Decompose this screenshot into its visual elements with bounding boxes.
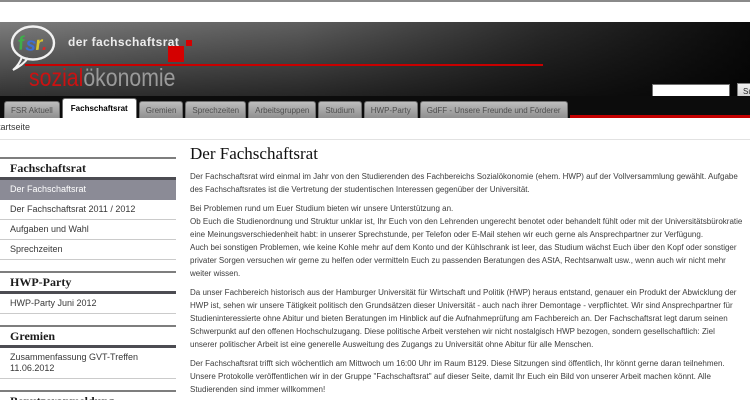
sidebar-item-aufgaben-und-wahl[interactable]: Aufgaben und Wahl	[0, 220, 176, 240]
sidebar-section-gremien: Gremien Zusammenfassung GVT-Treffen 11.06…	[0, 325, 176, 379]
sidebar-item-sprechzeiten[interactable]: Sprechzeiten	[0, 240, 176, 260]
sidebar-section-title: HWP-Party	[0, 273, 176, 294]
page-title: Der Fachschaftsrat	[190, 144, 318, 163]
main-navigation: FSR Aktuell Fachschaftsrat Gremien Sprechze…	[0, 96, 750, 118]
sidebar-item-hwp-party-juni-2012[interactable]: HWP-Party Juni 2012	[0, 294, 176, 314]
tab-fsr-aktuell[interactable]: FSR Aktuell	[4, 101, 60, 118]
site-tagline: der fachschaftsrat	[68, 35, 180, 49]
sidebar-section-title: Fachschaftsrat	[0, 159, 176, 180]
tab-studium[interactable]: Studium	[318, 101, 362, 118]
sidebar-section-fachschaftsrat: Fachschaftsrat Der Fachschaftsrat Der Fach…	[0, 157, 176, 260]
breadcrumb[interactable]: Startseite	[0, 122, 30, 132]
site-header: fsr. der fachschaftsrat sozialökonomie S…	[0, 22, 750, 99]
article-body: Der Fachschaftsrat wird einmal im Jahr v…	[190, 170, 750, 396]
brand-wordmark: sozialökonomie	[29, 64, 175, 93]
brand-sozial: sozial	[29, 64, 84, 92]
red-square-small-icon	[186, 40, 192, 46]
paragraph: Der Fachschaftsrat trifft sich wöchentli…	[190, 359, 725, 394]
tab-fachschaftsrat[interactable]: Fachschaftsrat	[61, 98, 137, 118]
sidebar-section-title: Benutzeranmeldung	[0, 392, 176, 400]
sidebar-section-hwp-party: HWP-Party HWP-Party Juni 2012	[0, 271, 176, 314]
paragraph: Der Fachschaftsrat wird einmal im Jahr v…	[190, 172, 738, 194]
sidebar-section-title: Gremien	[0, 327, 176, 348]
sidebar-section-benutzeranmeldung: Benutzeranmeldung	[0, 390, 176, 400]
sidebar-item-zusammenfassung-gvt-treffen-11-06-2012[interactable]: Zusammenfassung GVT-Treffen 11.06.2012	[0, 348, 176, 379]
sidebar-item-der-fachschaftsrat[interactable]: Der Fachschaftsrat	[0, 180, 176, 200]
nav-tabs: FSR Aktuell Fachschaftsrat Gremien Sprechze…	[4, 98, 570, 118]
svg-text:fsr.: fsr.	[16, 33, 47, 56]
tab-gdff-unsere-freunde-und-förderer[interactable]: GdFF - Unsere Freunde und Förderer	[419, 101, 568, 118]
tab-sprechzeiten[interactable]: Sprechzeiten	[185, 101, 247, 118]
tab-hwp-party[interactable]: HWP-Party	[363, 101, 418, 118]
tab-gremien[interactable]: Gremien	[138, 101, 184, 118]
red-square-icon	[168, 46, 184, 62]
breadcrumb-divider	[0, 139, 750, 140]
paragraph: Bei Problemen rund um Euer Studium biete…	[190, 204, 743, 278]
white-strip	[0, 2, 750, 22]
paragraph: Da unser Fachbereich historisch aus der …	[190, 288, 737, 349]
page: fsr. der fachschaftsrat sozialökonomie S…	[0, 0, 750, 400]
nav-red-underline	[569, 115, 750, 118]
main-content: Der Fachschaftsrat Der Fachschaftsrat wi…	[190, 144, 750, 400]
tab-arbeitsgruppen[interactable]: Arbeitsgruppen	[248, 101, 317, 118]
brand-oekonomie: ökonomie	[83, 64, 176, 92]
sidebar-item-der-fachschaftsrat-2011-2012[interactable]: Der Fachschaftsrat 2011 / 2012	[0, 200, 176, 220]
sidebar: Fachschaftsrat Der Fachschaftsrat Der Fach…	[0, 157, 176, 400]
